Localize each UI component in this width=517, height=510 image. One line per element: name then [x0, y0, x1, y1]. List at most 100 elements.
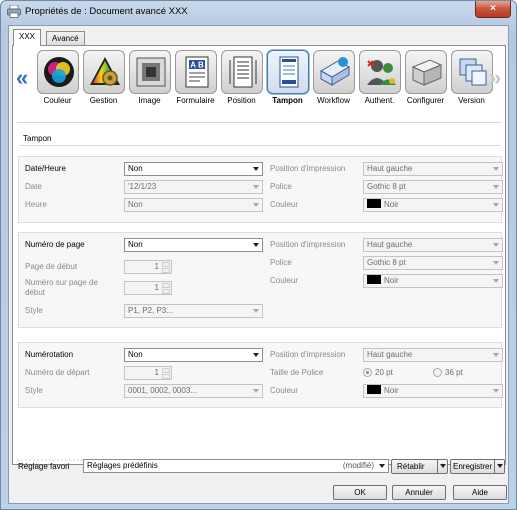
scroll-left-icon[interactable]: «	[16, 67, 28, 89]
tool-configure[interactable]: Configurer	[403, 50, 448, 108]
tab-xxx[interactable]: XXX	[13, 29, 42, 46]
numbering-style-label: Style	[25, 386, 43, 395]
tool-stamp[interactable]: Tampon	[265, 50, 310, 108]
printer-icon	[7, 4, 21, 18]
printer-config-icon	[404, 50, 447, 94]
tool-workflow[interactable]: Workflow	[311, 50, 356, 108]
close-button[interactable]: ×	[475, 1, 511, 18]
page-font-select[interactable]: Gothic 8 pt	[363, 256, 503, 270]
chevron-down-icon	[493, 185, 499, 189]
start-page-stepper[interactable]: 1	[124, 260, 172, 274]
tool-color[interactable]: Couleur	[35, 50, 80, 108]
workflow-icon	[312, 50, 355, 94]
chevron-down-icon	[253, 167, 259, 171]
form-icon: A B	[174, 50, 217, 94]
decrement-icon	[162, 289, 170, 294]
page-font-label: Police	[270, 258, 292, 267]
font-size-label: Taille de Police	[270, 368, 324, 377]
chevron-down-icon	[379, 464, 385, 468]
chevron-down-icon	[493, 167, 499, 171]
chevron-down-icon	[253, 353, 259, 357]
start-page-label: Page de début	[25, 262, 78, 271]
authentication-icon	[358, 50, 401, 94]
tool-image[interactable]: Image	[127, 50, 172, 108]
page-color-select[interactable]: Noir	[363, 274, 503, 288]
image-icon	[128, 50, 171, 94]
chevron-down-icon	[253, 203, 259, 207]
tab-advanced[interactable]: Avancé	[46, 31, 85, 45]
date-label: Date	[25, 182, 42, 191]
numbering-style-select[interactable]: 0001, 0002, 0003...	[124, 384, 263, 398]
numbering-position-select[interactable]: Haut gauche	[363, 348, 503, 362]
save-settings-button[interactable]: Enregistrer	[450, 459, 505, 474]
scroll-right-icon[interactable]: »	[489, 67, 501, 89]
tool-position[interactable]: Position	[219, 50, 264, 108]
page-number-label: Numéro de page	[25, 240, 85, 249]
date-format-select[interactable]: '12/1/23	[124, 180, 263, 194]
ok-button[interactable]: OK	[333, 485, 387, 500]
chevron-down-icon	[493, 279, 499, 283]
help-button[interactable]: Aide	[453, 485, 507, 500]
properties-dialog: Propriétés de : Document avancé XXX × XX…	[0, 0, 517, 510]
date-position-label: Position d'impression	[270, 164, 346, 173]
page-number-group: Numéro de page Non Page de début 1 Numér…	[18, 232, 503, 328]
svg-text:A B: A B	[190, 61, 204, 70]
page-style-label: Style	[25, 306, 43, 315]
numbering-position-label: Position d'impression	[270, 350, 346, 359]
date-font-select[interactable]: Gothic 8 pt	[363, 180, 503, 194]
date-time-label: Date/Heure	[25, 164, 66, 173]
tool-management[interactable]: Gestion	[81, 50, 126, 108]
font-size-20-radio[interactable]: 20 pt	[363, 368, 393, 377]
numbering-label: Numérotation	[25, 350, 74, 359]
date-time-group: Date/Heure Non Date '12/1/23 Heure Non P…	[18, 156, 503, 223]
page-color-label: Couleur	[270, 276, 299, 285]
chevron-down-icon	[253, 309, 259, 313]
favorite-settings-select[interactable]: Réglages prédéfinis (modifié)	[83, 459, 389, 473]
date-time-select[interactable]: Non	[124, 162, 263, 176]
decrement-icon	[162, 268, 170, 273]
tool-authentication[interactable]: Authent.	[357, 50, 402, 108]
chevron-down-icon	[494, 460, 504, 473]
number-on-start-page-stepper[interactable]: 1	[124, 281, 172, 295]
title-bar[interactable]: Propriétés de : Document avancé XXX ×	[1, 1, 516, 23]
toolbar-divider	[17, 122, 501, 123]
section-title: Tampon	[23, 134, 52, 143]
decrement-icon	[162, 374, 170, 379]
date-position-select[interactable]: Haut gauche	[363, 162, 503, 176]
number-on-start-page-label: Numéro sur page de début	[25, 278, 98, 297]
page-position-label: Position d'impression	[270, 240, 346, 249]
dialog-client-area: XXX Avancé « Couleur Gestion Image A B F…	[8, 25, 509, 504]
numbering-select[interactable]: Non	[124, 348, 263, 362]
tool-version[interactable]: Version	[449, 50, 494, 108]
color-management-icon	[82, 50, 125, 94]
start-number-label: Numéro de départ	[25, 368, 90, 377]
color-swatch	[367, 385, 381, 394]
chevron-down-icon	[253, 243, 259, 247]
increment-icon	[162, 283, 170, 288]
restore-button[interactable]: Rétablir	[391, 459, 448, 474]
page-position-select[interactable]: Haut gauche	[363, 238, 503, 252]
modified-indicator: (modifié)	[342, 461, 374, 470]
font-size-36-radio[interactable]: 36 pt	[433, 368, 463, 377]
section-divider	[19, 145, 501, 146]
feature-toolbar: « Couleur Gestion Image A B Formulaire P…	[13, 46, 505, 126]
page-style-select[interactable]: P1, P2, P3...	[124, 304, 263, 318]
numbering-color-label: Couleur	[270, 386, 299, 395]
tool-form[interactable]: A B Formulaire	[173, 50, 218, 108]
date-color-select[interactable]: Noir	[363, 198, 503, 212]
cancel-button[interactable]: Annuler	[392, 485, 446, 500]
chevron-down-icon	[493, 203, 499, 207]
time-select[interactable]: Non	[124, 198, 263, 212]
chevron-down-icon	[493, 353, 499, 357]
date-font-label: Police	[270, 182, 292, 191]
color-swatch	[367, 275, 381, 284]
start-number-stepper[interactable]: 1	[124, 366, 172, 380]
position-icon	[220, 50, 263, 94]
page-number-select[interactable]: Non	[124, 238, 263, 252]
color-swatch	[367, 199, 381, 208]
numbering-color-select[interactable]: Noir	[363, 384, 503, 398]
chevron-down-icon	[437, 460, 447, 473]
chevron-down-icon	[253, 389, 259, 393]
color-wheel-icon	[36, 50, 79, 94]
chevron-down-icon	[253, 185, 259, 189]
